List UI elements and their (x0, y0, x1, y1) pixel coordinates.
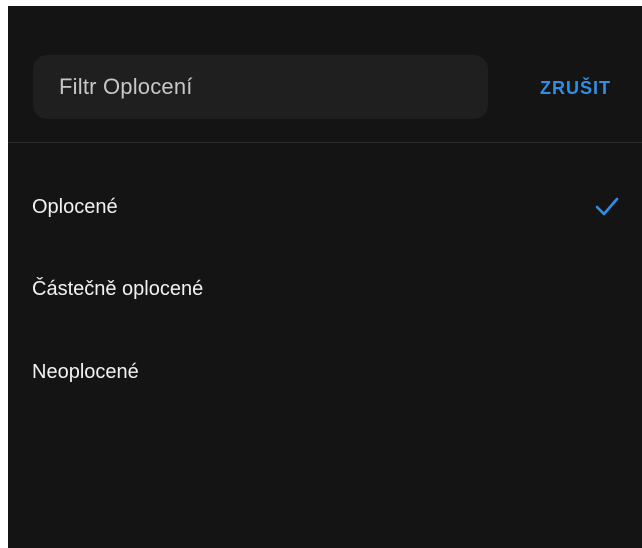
option-castecne-oplocene[interactable]: Částečně oplocené (8, 259, 642, 319)
header-divider (8, 142, 642, 143)
filter-search-field[interactable]: Filtr Oplocení (33, 55, 488, 119)
option-oplocene[interactable]: Oplocené (8, 177, 642, 237)
option-label: Oplocené (32, 196, 118, 218)
filter-header: Filtr Oplocení ZRUŠIT (8, 6, 642, 143)
option-neoplocene[interactable]: Neoplocené (8, 342, 642, 402)
option-label: Částečně oplocené (32, 278, 204, 300)
filter-sheet: Filtr Oplocení ZRUŠIT Oplocené Částečně … (8, 6, 642, 548)
filter-search-label: Filtr Oplocení (59, 74, 193, 99)
cancel-button[interactable]: ZRUŠIT (540, 78, 611, 99)
option-label: Neoplocené (32, 361, 139, 383)
check-icon (595, 197, 619, 216)
